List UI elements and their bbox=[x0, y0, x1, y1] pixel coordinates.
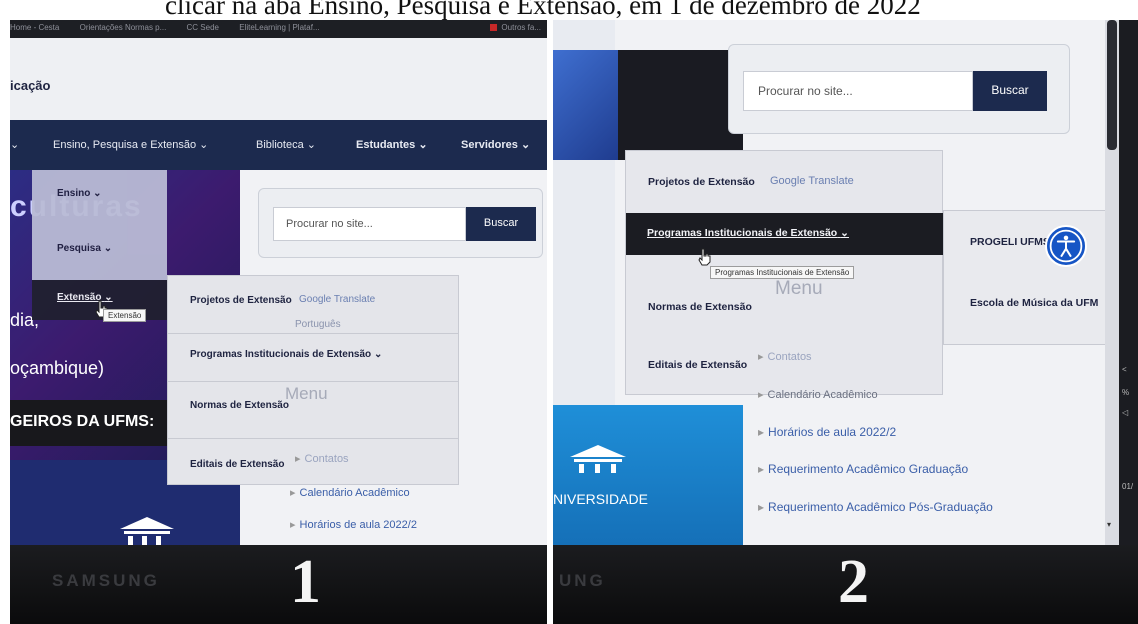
menu-item-projetos[interactable]: Projetos de Extensão bbox=[648, 176, 755, 188]
link-calendario[interactable]: ▸ Calendário Acadêmico bbox=[290, 486, 410, 499]
screen-1: Home - Cesta Orientações Normas p... CC … bbox=[10, 20, 547, 545]
caret-right-icon: ▸ bbox=[290, 487, 296, 499]
submenu-item-escola-musica[interactable]: Escola de Música da UFM bbox=[970, 297, 1098, 309]
site-title: icação bbox=[10, 78, 51, 93]
bookmark-home[interactable]: Home - Cesta bbox=[10, 23, 59, 32]
monitor-brand: SAMSUNG bbox=[52, 571, 160, 590]
search-button[interactable]: Buscar bbox=[973, 71, 1047, 111]
banner-tile-dark bbox=[618, 50, 743, 160]
link-requerimento-pos[interactable]: ▸ Requerimento Acadêmico Pós-Graduação bbox=[758, 500, 993, 514]
menu-heading: Menu bbox=[285, 384, 328, 403]
language-portugues[interactable]: Português bbox=[295, 319, 341, 330]
menu-heading: Menu bbox=[775, 278, 823, 299]
divider bbox=[168, 333, 458, 334]
chevron-down-icon: ⌄ bbox=[93, 188, 102, 199]
divider bbox=[168, 438, 458, 439]
caret-right-icon: ▸ bbox=[758, 462, 765, 476]
menu-item-pesquisa[interactable]: Pesquisa ⌄ bbox=[57, 243, 112, 254]
search-panel: Procurar no site... Buscar bbox=[728, 44, 1070, 134]
photo-2: Procurar no site... Buscar NIVERSIDADE P… bbox=[553, 20, 1138, 624]
chevron-down-icon: ⌄ bbox=[373, 349, 383, 360]
chevron-down-icon: ⌄ bbox=[199, 139, 209, 151]
search-panel: Procurar no site... Buscar bbox=[258, 188, 543, 258]
divider bbox=[168, 381, 458, 382]
taskbar-chevron[interactable]: < bbox=[1122, 365, 1127, 374]
folder-icon bbox=[490, 24, 498, 31]
search-button[interactable]: Buscar bbox=[466, 207, 536, 241]
university-label: NIVERSIDADE bbox=[553, 491, 648, 507]
site-header: icação bbox=[10, 38, 547, 120]
hand-cursor-icon bbox=[698, 248, 711, 266]
nav-servidores[interactable]: Servidores ⌄ bbox=[461, 138, 530, 151]
taskbar-clock: 01/ bbox=[1122, 482, 1134, 491]
bookmark-orientacoes[interactable]: Orientações Normas p... bbox=[80, 23, 167, 32]
nav-estudantes[interactable]: Estudantes ⌄ bbox=[356, 138, 428, 151]
caret-right-icon: ▸ bbox=[758, 500, 765, 514]
link-horarios[interactable]: ▸ Horários de aula 2022/2 bbox=[758, 425, 896, 439]
caret-right-icon: ▸ bbox=[758, 425, 765, 439]
scroll-down-icon[interactable]: ▾ bbox=[1107, 520, 1111, 529]
link-requerimento-graduacao[interactable]: ▸ Requerimento Acadêmico Graduação bbox=[758, 462, 968, 476]
university-banner[interactable]: NIVERSIDADE bbox=[553, 405, 743, 545]
hero-strip-text: GEIROS DA UFMS: bbox=[10, 413, 155, 430]
page-scrollbar[interactable]: ▾ bbox=[1105, 20, 1119, 545]
photo-caption: clicar na aba Ensino, Pesquisa e Extensã… bbox=[0, 0, 1138, 20]
browser-bookmarks-bar: Home - Cesta Orientações Normas p... CC … bbox=[10, 20, 547, 38]
search-input[interactable]: Procurar no site... bbox=[273, 207, 466, 241]
chevron-down-icon: ⌄ bbox=[418, 139, 428, 151]
monitor-bezel: UNG 2 bbox=[553, 545, 1138, 624]
submenu-item-normas[interactable]: Normas de Extensão bbox=[190, 400, 289, 411]
university-icon bbox=[120, 517, 174, 545]
google-translate-link[interactable]: Google Translate bbox=[299, 294, 375, 305]
photo-1: Home - Cesta Orientações Normas p... CC … bbox=[10, 20, 547, 624]
submenu-item-editais[interactable]: Editais de Extensão bbox=[190, 459, 284, 470]
accessibility-icon[interactable] bbox=[1045, 225, 1087, 267]
caret-right-icon: ▸ bbox=[758, 389, 764, 401]
menu-item-programas[interactable]: Programas Institucionais de Extensão ⌄ bbox=[647, 227, 849, 239]
nav-biblioteca[interactable]: Biblioteca ⌄ bbox=[256, 138, 316, 151]
link-horarios[interactable]: ▸ Horários de aula 2022/2 bbox=[290, 518, 417, 531]
submenu-item-progeli[interactable]: PROGELI UFMS bbox=[970, 236, 1050, 248]
link-contatos[interactable]: ▸ Contatos bbox=[758, 350, 812, 363]
tooltip-extensao: Extensão bbox=[103, 309, 147, 322]
submenu-item-projetos[interactable]: Projetos de Extensão bbox=[190, 295, 292, 306]
caret-right-icon: ▸ bbox=[758, 351, 764, 363]
scrollbar-thumb[interactable] bbox=[1107, 20, 1117, 150]
bookmark-cc-sede[interactable]: CC Sede bbox=[187, 23, 219, 32]
photo-number: 1 bbox=[290, 548, 321, 616]
hero-line-2: oçambique) bbox=[10, 358, 105, 378]
search-input[interactable]: Procurar no site... bbox=[743, 71, 973, 111]
caret-right-icon: ▸ bbox=[290, 519, 296, 531]
submenu-item-programas[interactable]: Programas Institucionais de Extensão ⌄ bbox=[190, 349, 382, 360]
taskbar-volume-icon[interactable]: ◁ bbox=[1122, 408, 1128, 417]
photo-number: 2 bbox=[838, 548, 869, 616]
monitor-brand: UNG bbox=[559, 571, 606, 590]
google-translate-link[interactable]: Google Translate bbox=[770, 175, 854, 187]
caption-text: clicar na aba Ensino, Pesquisa e Extensã… bbox=[165, 0, 921, 20]
banner-tile-blue bbox=[553, 50, 618, 160]
dropdown-ensino-pesquisa-extensao: Ensino ⌄ Pesquisa ⌄ Extensão ⌄ bbox=[32, 170, 167, 320]
nav-ensino-pesquisa-extensao[interactable]: Ensino, Pesquisa e Extensão ⌄ bbox=[53, 138, 208, 151]
monitor-bezel: SAMSUNG 1 bbox=[10, 545, 547, 624]
menu-item-editais[interactable]: Editais de Extensão bbox=[648, 359, 747, 371]
taskbar-wifi[interactable]: % bbox=[1122, 388, 1129, 397]
menu-item-normas[interactable]: Normas de Extensão bbox=[648, 301, 752, 313]
menu-item-ensino[interactable]: Ensino ⌄ bbox=[57, 188, 102, 199]
link-calendario[interactable]: ▸ Calendário Acadêmico bbox=[758, 388, 878, 401]
bookmark-outros[interactable]: Outros fa... bbox=[490, 23, 541, 32]
chevron-down-icon: ⌄ bbox=[520, 139, 531, 151]
chevron-down-icon: ⌄ bbox=[840, 227, 849, 239]
screen-2: Procurar no site... Buscar NIVERSIDADE P… bbox=[553, 20, 1138, 545]
chevron-down-icon: ⌄ bbox=[306, 139, 316, 151]
chevron-down-icon: ⌄ bbox=[103, 243, 113, 254]
main-navbar: ⌄ Ensino, Pesquisa e Extensão ⌄ Bibliote… bbox=[10, 120, 547, 170]
os-taskbar-edge: < % ◁ 01/ bbox=[1119, 20, 1138, 545]
link-contatos[interactable]: ▸ Contatos bbox=[295, 452, 349, 465]
caret-right-icon: ▸ bbox=[295, 453, 301, 465]
bookmark-elitelearning[interactable]: EliteLearning | Plataf... bbox=[239, 23, 319, 32]
university-icon bbox=[570, 445, 626, 473]
nav-chevron[interactable]: ⌄ bbox=[10, 138, 19, 151]
